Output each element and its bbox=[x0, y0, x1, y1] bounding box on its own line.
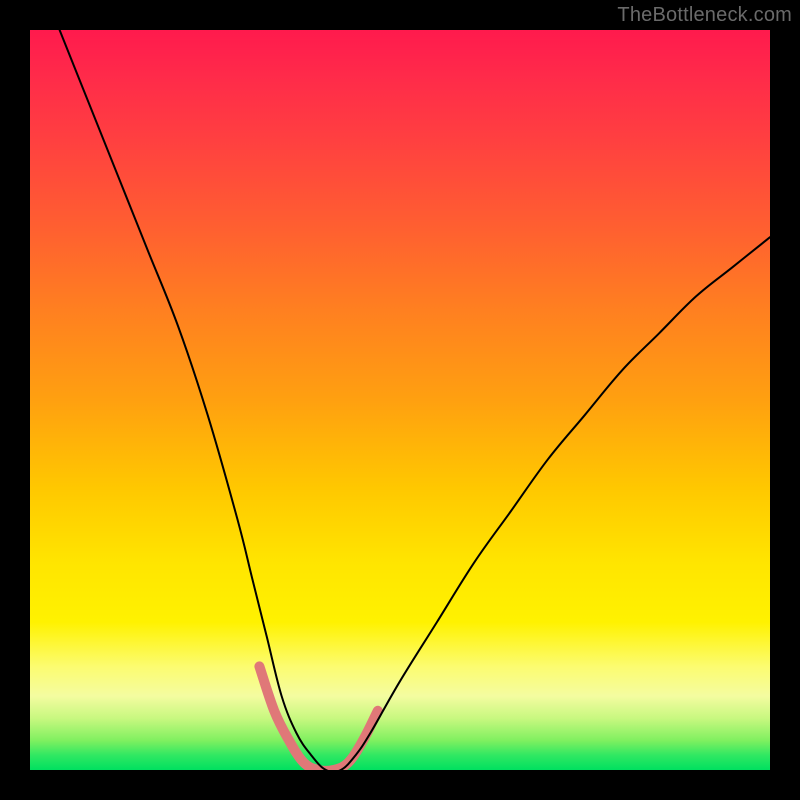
watermark-text: TheBottleneck.com bbox=[617, 4, 792, 27]
chart-frame: TheBottleneck.com bbox=[0, 0, 800, 800]
curve-layer bbox=[30, 30, 770, 770]
plot-area bbox=[30, 30, 770, 770]
main-curve-path bbox=[60, 30, 770, 770]
